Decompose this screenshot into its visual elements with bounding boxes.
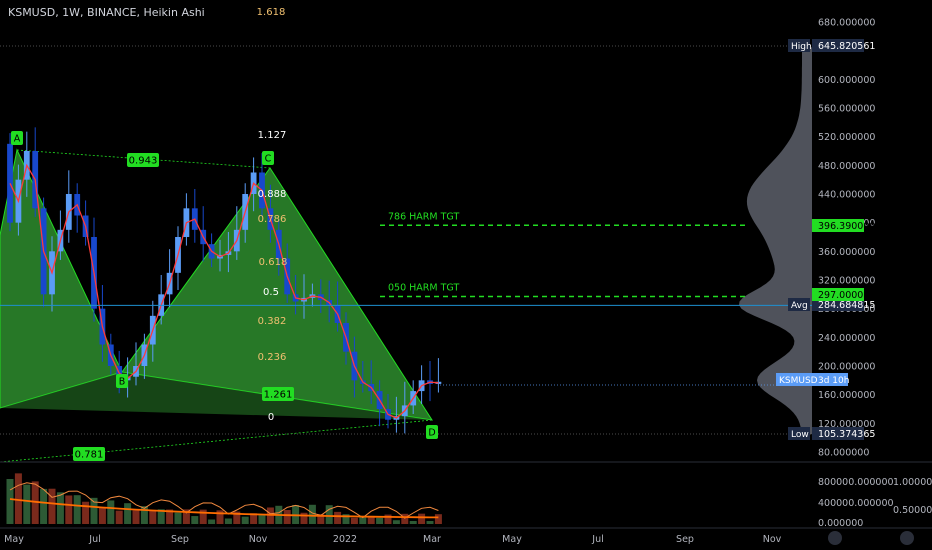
volume-bar xyxy=(174,512,182,524)
fib-label: 0 xyxy=(268,412,274,423)
volume-bar xyxy=(401,513,409,524)
volume-bar xyxy=(191,516,199,524)
volume-bar xyxy=(56,492,64,524)
current-tag-extra: 3d 10h xyxy=(818,376,849,386)
volume-bar xyxy=(82,501,90,524)
volume-bar xyxy=(241,516,249,524)
volume-bar xyxy=(107,500,115,524)
candle-body xyxy=(7,143,13,223)
avg-tag-label: Avg xyxy=(791,301,808,311)
ratio-label: 0.943 xyxy=(129,156,158,167)
x-tick-label: May xyxy=(502,534,522,545)
y-tick-label: 600.000000 xyxy=(818,75,875,86)
volume-bar xyxy=(73,495,81,524)
fib-label: 1.618 xyxy=(257,7,286,18)
x-tick-label: Nov xyxy=(249,534,268,545)
volume-bar xyxy=(283,510,291,524)
x-tick-label: May xyxy=(4,534,24,545)
y-tick-label: 240.000000 xyxy=(818,333,875,344)
volume-bar xyxy=(392,520,400,524)
ratio-line-xd xyxy=(0,419,433,463)
y-tick-label: 320.000000 xyxy=(818,276,875,287)
volume-bar xyxy=(149,509,157,524)
volume-bar xyxy=(426,521,434,524)
tgt786-value: 396.390099 xyxy=(818,221,875,232)
volume-bar xyxy=(40,488,48,524)
volume-bar xyxy=(350,517,358,524)
fib-label: 0.786 xyxy=(258,214,287,225)
y-tick-label: 200.000000 xyxy=(818,362,875,373)
volume-bar xyxy=(434,514,442,524)
fib-label: 0.382 xyxy=(258,316,287,327)
y-tick-label: 160.000000 xyxy=(818,390,875,401)
volume-bar xyxy=(14,473,22,524)
settings-icon xyxy=(828,531,842,545)
volume-bar xyxy=(300,512,308,524)
volume-bar xyxy=(115,510,123,524)
x-tick-label: 2022 xyxy=(333,534,357,545)
fib-label: 0.618 xyxy=(259,257,288,268)
volume-bar xyxy=(308,504,316,524)
y-axis: 680.000000 600.000000 560.000000 520.000000… xyxy=(818,18,875,459)
x-tick-label: Jul xyxy=(88,534,100,545)
volume-bar xyxy=(132,510,140,524)
high-tag-value: 645.820561 xyxy=(818,41,875,52)
x-tick-label: Sep xyxy=(676,534,694,545)
y-tick-label: 440.000000 xyxy=(818,190,875,201)
indicator-right-tick: 1.000000 xyxy=(893,477,932,488)
volume-indicator: 800000.000000 400000.000000 0.000000 1.0000… xyxy=(0,461,932,529)
pattern-point-label: C xyxy=(265,154,272,165)
x-tick-label: Sep xyxy=(171,534,189,545)
pattern-point-label: B xyxy=(119,377,126,388)
volume-bar xyxy=(124,503,132,524)
tgt050-value: 297.000000 xyxy=(818,290,875,301)
price-chart[interactable]: 0.943 1.261 0.781 1.618 1.127 0.888 0.786 0.61… xyxy=(0,0,932,550)
indicator-left-tick: 0.000000 xyxy=(818,518,863,529)
volume-bar xyxy=(224,518,232,524)
volume-bar xyxy=(258,515,266,524)
volume-bar xyxy=(409,521,417,524)
fib-label: 0.236 xyxy=(258,352,287,363)
target-label: 786 HARM TGT xyxy=(388,211,459,222)
volume-bar xyxy=(65,495,73,524)
volume-bar xyxy=(376,517,384,524)
volume-bar xyxy=(418,513,426,524)
target-label: 050 HARM TGT xyxy=(388,282,459,293)
volume-bar xyxy=(6,479,14,524)
y-tick-label: 560.000000 xyxy=(818,104,875,115)
avg-tag-value: 284.684815 xyxy=(818,300,875,311)
indicator-right-tick: 0.500000 xyxy=(893,505,932,516)
low-tag-label: Low xyxy=(791,430,809,440)
y-tick-label: 360.000000 xyxy=(818,247,875,258)
indicator-left-tick: 800000.000000 xyxy=(818,477,894,488)
y-tick-label: 480.000000 xyxy=(818,161,875,172)
volume-bar xyxy=(334,511,342,524)
y-tick-label: 80.000000 xyxy=(818,448,869,459)
y-tick-label: 520.000000 xyxy=(818,132,875,143)
harmonic-pattern: 0.943 1.261 0.781 xyxy=(0,148,434,463)
indicator-left-tick: 400000.000000 xyxy=(818,498,894,509)
x-tick-label: Mar xyxy=(423,534,441,545)
x-tick-label: Nov xyxy=(763,534,782,545)
volume-bar xyxy=(23,484,31,524)
y-tick-label: 680.000000 xyxy=(818,18,875,29)
ratio-label: 1.261 xyxy=(264,390,293,401)
volume-bar xyxy=(208,519,216,524)
pattern-point-label: D xyxy=(428,428,435,439)
fib-levels: 1.618 1.127 0.888 0.786 0.618 0.5 0.382 0.236 0 xyxy=(257,7,288,423)
ratio-label: 0.781 xyxy=(75,450,104,461)
x-axis: May Jul Sep Nov 2022 Mar May Jul Sep Nov xyxy=(0,527,932,545)
volume-bar xyxy=(48,488,56,524)
settings-icon xyxy=(900,531,914,545)
fib-label: 0.5 xyxy=(263,287,279,298)
volume-bar xyxy=(98,507,106,524)
pattern-point-label: A xyxy=(14,134,21,145)
current-tag-label: KSMUSD xyxy=(779,376,818,386)
fib-label: 1.127 xyxy=(258,130,287,141)
high-tag-label: High xyxy=(791,42,812,52)
x-tick-label: Jul xyxy=(591,534,603,545)
fib-label: 0.888 xyxy=(258,189,287,200)
low-tag-value: 105.374365 xyxy=(818,429,875,440)
